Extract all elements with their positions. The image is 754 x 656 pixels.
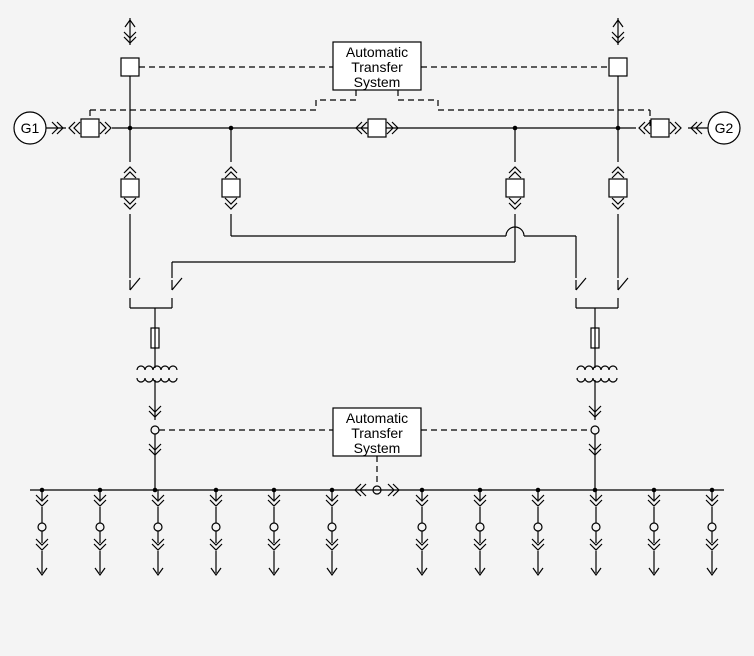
secondary-main-right [591, 426, 599, 434]
feeder-breaker-3 [506, 128, 524, 236]
transformer-left [137, 366, 177, 382]
generator-g1: G1 [14, 112, 46, 144]
feeder-breaker-1 [121, 128, 139, 278]
utility-incomer-right [612, 18, 624, 45]
fuse-right [591, 328, 599, 348]
utility-incomer-left [124, 18, 136, 45]
crossover-a [231, 227, 576, 278]
switch-pair-right [576, 278, 628, 328]
gen-breaker-right [639, 119, 681, 137]
ats-upper: Automatic Transfer System [333, 42, 421, 90]
switch-pair-left [130, 278, 182, 328]
feeder-breaker-2 [222, 128, 240, 236]
gen-breaker-left [69, 119, 111, 137]
ats-upper-l2: Transfer [351, 59, 403, 75]
feeder-breaker-4 [609, 128, 627, 278]
ats-lower-l1: Automatic [346, 410, 408, 426]
gen-g2-label: G2 [715, 120, 734, 136]
ats-tie-link-a [316, 90, 356, 110]
ats-lower-l3: System [354, 440, 401, 456]
ats-upper-l1: Automatic [346, 44, 408, 60]
single-line-diagram: Automatic Transfer System G1 G2 [0, 0, 754, 656]
outgoing-feeders [36, 488, 718, 575]
main-breaker-left [121, 58, 139, 76]
ats-lower-l2: Transfer [351, 425, 403, 441]
transformer-right [577, 366, 617, 382]
crossover-b [172, 236, 515, 278]
ats-upper-l3: System [354, 74, 401, 90]
main-breaker-right [609, 58, 627, 76]
generator-g2: G2 [708, 112, 740, 144]
fuse-left [151, 328, 159, 348]
ats-tie-link-b [398, 90, 438, 110]
ats-lower: Automatic Transfer System [333, 408, 421, 456]
gen-g1-label: G1 [21, 120, 40, 136]
secondary-main-left [151, 426, 159, 434]
